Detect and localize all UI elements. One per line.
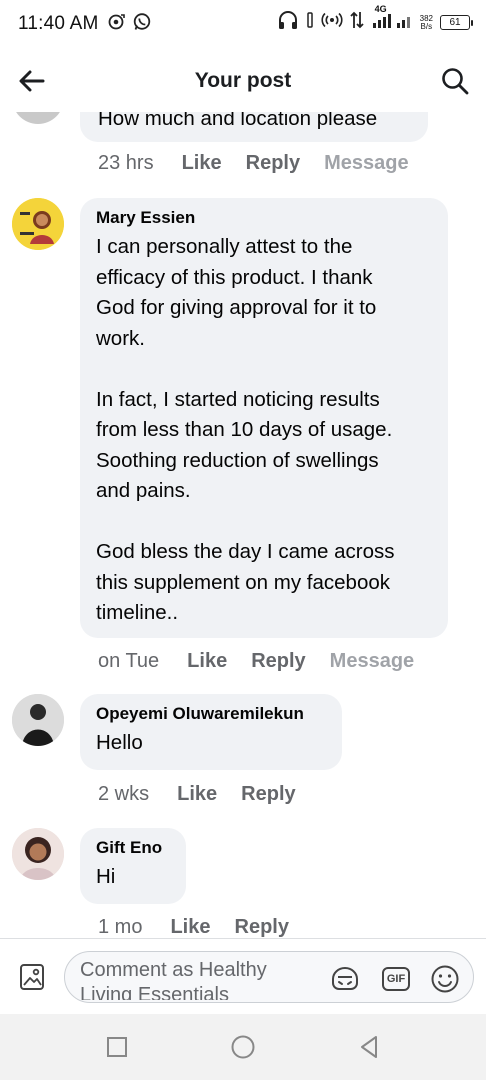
avatar-image	[12, 694, 64, 746]
comment-author[interactable]: Gift Eno	[96, 838, 170, 858]
avatar-image	[12, 198, 64, 250]
comment-time: 23 hrs	[98, 152, 154, 174]
recents-square-icon	[107, 1037, 127, 1057]
comment-input[interactable]: Comment as Healthy Living Essentials GIF	[64, 951, 474, 1003]
comment-text: Hi	[96, 865, 116, 888]
comment-author[interactable]: Opeyemi Oluwaremilekun	[96, 704, 326, 724]
headphones-icon	[277, 10, 299, 35]
avatar[interactable]	[12, 112, 64, 124]
comment-actions: 2 wks Like Reply	[98, 783, 320, 806]
recents-button[interactable]	[102, 1032, 132, 1062]
hotspot-icon	[321, 11, 343, 34]
battery-level: 61	[449, 17, 461, 28]
cell-signal-icon: 4G	[371, 5, 413, 34]
photo-button[interactable]	[19, 963, 45, 991]
comment-actions: 1 mo Like Reply	[98, 916, 313, 938]
like-button[interactable]: Like	[177, 783, 217, 806]
status-right: 4G 382 B/s 61	[277, 5, 473, 35]
status-bar: 11:40 AM 4G 382 B/s 61	[0, 0, 486, 48]
home-button[interactable]	[228, 1032, 258, 1062]
message-button[interactable]: Message	[324, 152, 409, 175]
net-speed-unit: B/s	[420, 21, 433, 31]
phone-signal-icon	[306, 12, 314, 33]
like-button[interactable]: Like	[182, 152, 222, 175]
back-arrow-button[interactable]	[18, 67, 46, 95]
gif-label: GIF	[386, 973, 406, 985]
comment-author[interactable]: Mary Essien	[96, 208, 432, 228]
comment-time: on Tue	[98, 650, 160, 672]
header: Your post	[0, 50, 486, 112]
reply-button[interactable]: Reply	[235, 916, 289, 938]
comment-text: Hello	[96, 731, 143, 754]
comment-bubble: Mary Essien I can personally attest to t…	[80, 198, 448, 638]
gif-button[interactable]: GIF	[381, 964, 411, 994]
comment-actions: on Tue Like Reply Message	[98, 650, 438, 673]
whatsapp-icon	[132, 12, 152, 37]
comment-bubble: Gift Eno Hi	[80, 828, 186, 904]
avatar[interactable]	[12, 198, 64, 250]
comment-bubble: How much and location please	[80, 112, 428, 142]
avatar[interactable]	[12, 694, 64, 746]
data-transfer-icon	[350, 11, 364, 34]
emoji-icon	[431, 965, 459, 993]
status-time: 11:40 AM	[18, 13, 99, 34]
system-nav-bar	[0, 1014, 486, 1080]
avatar-image	[12, 828, 64, 880]
network-type: 4G	[374, 4, 387, 14]
comment-actions: 23 hrs Like Reply Message	[98, 152, 433, 175]
search-button[interactable]	[440, 66, 470, 96]
home-circle-icon	[231, 1035, 255, 1059]
like-button[interactable]: Like	[170, 916, 210, 938]
photo-icon	[20, 964, 44, 990]
comment-text: I can personally attest to the efficacy …	[96, 235, 395, 624]
comment-time: 1 mo	[98, 916, 143, 938]
reply-button[interactable]: Reply	[241, 783, 295, 806]
back-triangle-icon	[361, 1036, 377, 1058]
status-left-icons	[106, 12, 152, 37]
comment-composer: Comment as Healthy Living Essentials GIF	[0, 938, 486, 1014]
comment-list: How much and location please 23 hrs Like…	[0, 112, 486, 938]
search-icon	[442, 68, 469, 95]
back-arrow-icon	[19, 70, 45, 92]
net-speed: 382 B/s	[420, 14, 433, 31]
comment-bubble: Opeyemi Oluwaremilekun Hello	[80, 694, 342, 770]
message-button[interactable]: Message	[330, 650, 415, 673]
reply-button[interactable]: Reply	[251, 650, 305, 673]
avatar-sticker-icon	[332, 967, 358, 990]
reply-button[interactable]: Reply	[246, 152, 300, 175]
battery-icon: 61	[440, 15, 473, 30]
emoji-button[interactable]	[430, 964, 460, 994]
avatar[interactable]	[12, 828, 64, 880]
comment-time: 2 wks	[98, 783, 150, 805]
like-button[interactable]: Like	[187, 650, 227, 673]
back-button[interactable]	[354, 1032, 384, 1062]
comment-input-placeholder: Comment as Healthy Living Essentials	[80, 959, 267, 1000]
settings-sync-icon	[106, 12, 126, 37]
page-title: Your post	[194, 69, 292, 92]
avatar-sticker-button[interactable]	[330, 964, 360, 994]
comment-text: How much and location please	[98, 112, 378, 130]
